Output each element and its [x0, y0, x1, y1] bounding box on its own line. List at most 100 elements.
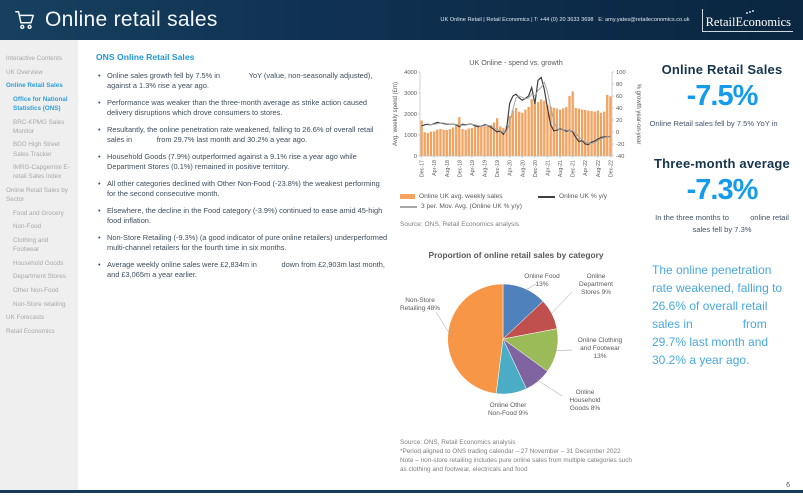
- pie-source-note: Source: ONS, Retail Economics analysis *…: [400, 439, 635, 475]
- legend-dark-line-swatch: [538, 196, 555, 198]
- svg-text:Aug-22: Aug-22: [596, 160, 602, 177]
- spend-growth-chart: UK Online - spend vs. growth010002000300…: [390, 56, 642, 192]
- legend-item-moving-average: 3 per. Mov. Avg. (Online UK % y/y): [400, 203, 538, 210]
- header-contact: UK Online Retail | Retail Economics | T:…: [440, 17, 689, 23]
- page-title: Online retail sales: [45, 8, 218, 32]
- svg-text:Online: Online: [587, 273, 606, 280]
- svg-text:Stores 9%: Stores 9%: [581, 289, 611, 296]
- sidebar-item[interactable]: UK Overview: [6, 68, 74, 77]
- summary-column: ONS Online Retail Sales Online sales gro…: [96, 52, 389, 287]
- svg-text:Household: Household: [569, 397, 600, 404]
- bullet-item: Average weekly online sales were £2,834m…: [107, 260, 389, 280]
- pie-footnote-nonstore: Note – non-store retailing includes pure…: [400, 457, 635, 475]
- metric-title-three-month: Three-month average: [648, 156, 796, 171]
- svg-text:Dec-19: Dec-19: [495, 160, 501, 177]
- bullet-item: Performance was weaker than the three-mo…: [107, 98, 389, 118]
- svg-text:80: 80: [616, 82, 622, 88]
- pie-footnote-period: *Period aligned to ONS trading calendar …: [400, 448, 635, 457]
- svg-text:13%: 13%: [535, 281, 548, 288]
- svg-text:0: 0: [616, 130, 619, 136]
- sidebar-item[interactable]: Clothing and Footwear: [6, 236, 74, 254]
- svg-text:1000: 1000: [404, 133, 417, 139]
- svg-text:Apr-18: Apr-18: [432, 160, 438, 176]
- svg-text:-20: -20: [616, 142, 624, 148]
- spend-growth-chart-svg: UK Online - spend vs. growth010002000300…: [390, 56, 642, 187]
- svg-text:Non-Food 9%: Non-Food 9%: [488, 410, 528, 417]
- bullet-item: All other categories declined with Other…: [107, 179, 389, 199]
- metric-value-three-month: -7.3%: [648, 174, 796, 207]
- sidebar-item[interactable]: Non-Store retailing: [6, 300, 74, 309]
- report-page: { "header": { "title": "Online retail sa…: [0, 0, 803, 497]
- svg-text:Dec-21: Dec-21: [571, 160, 577, 177]
- sidebar-item[interactable]: Retail Economics: [6, 327, 74, 336]
- legend-item-yoy-line: Online UK % y/y: [538, 193, 607, 200]
- bullet-item: Household Goods (7.9%) outperformed agai…: [107, 152, 389, 172]
- svg-text:Online Other: Online Other: [490, 402, 528, 409]
- pie-source: Source: ONS, Retail Economics analysis: [400, 439, 635, 448]
- category-pie-chart-svg: Online Food13%OnlineDepartmentStores 9%O…: [390, 264, 642, 430]
- legend-item-bars: Online UK avg. weekly sales: [400, 193, 538, 200]
- bullet-item: Elsewhere, the decline in the Food categ…: [107, 206, 389, 226]
- svg-text:Dec-22: Dec-22: [608, 160, 614, 177]
- bullet-item: Resultantly, the online penetration rate…: [107, 125, 389, 145]
- svg-text:20: 20: [616, 118, 622, 124]
- svg-text:4000: 4000: [404, 70, 417, 76]
- bullet-list: Online sales growth fell by 7.5% in YoY …: [96, 71, 389, 280]
- penetration-highlight-text: The online penetration rate weakened, fa…: [652, 261, 792, 369]
- svg-text:2000: 2000: [404, 112, 417, 118]
- svg-text:Apr-21: Apr-21: [545, 160, 551, 176]
- svg-text:Retailing 48%: Retailing 48%: [400, 305, 440, 312]
- svg-text:Dec-20: Dec-20: [533, 160, 539, 177]
- svg-text:% growth year-on-year: % growth year-on-year: [635, 84, 641, 145]
- retail-economics-logo: RetailEconomics: [702, 9, 793, 32]
- svg-text:Aug-21: Aug-21: [558, 160, 564, 177]
- svg-text:Online Clothing: Online Clothing: [578, 337, 623, 344]
- sidebar-item[interactable]: UK Forecasts: [6, 313, 74, 322]
- logo-dots-icon: [749, 11, 751, 13]
- svg-text:13%: 13%: [593, 353, 606, 360]
- cart-icon: [14, 9, 36, 31]
- legend-gray-line-swatch: [400, 206, 417, 208]
- svg-text:Aug-18: Aug-18: [445, 160, 451, 177]
- section-heading: ONS Online Retail Sales: [96, 52, 389, 62]
- svg-text:Online: Online: [576, 389, 595, 396]
- svg-text:Aug-20: Aug-20: [520, 160, 526, 177]
- metric-group-three-month: Three-month average -7.3% In the three m…: [648, 156, 796, 236]
- chart-source: Source: ONS, Retail Economics analysis: [400, 221, 642, 228]
- charts-column: UK Online - spend vs. growth010002000300…: [390, 56, 642, 475]
- sidebar-item[interactable]: IMRG-Capgemini E-retail Sales Index: [6, 163, 74, 181]
- svg-text:Avg. weekly spend (£m): Avg. weekly spend (£m): [393, 82, 399, 146]
- svg-text:60: 60: [616, 94, 622, 100]
- sidebar-item[interactable]: Other Non-Food: [6, 286, 74, 295]
- sidebar-item[interactable]: Online Retail Sales: [6, 81, 74, 90]
- page-number: 6: [786, 482, 790, 489]
- sidebar: Interactive Contents UK Overview Online Re…: [0, 40, 78, 490]
- sidebar-item[interactable]: Food and Grocery: [6, 209, 74, 218]
- svg-text:Department: Department: [579, 281, 613, 288]
- category-pie-chart: Online Food13%OnlineDepartmentStores 9%O…: [390, 264, 642, 435]
- svg-text:100: 100: [616, 70, 626, 76]
- svg-text:Apr-20: Apr-20: [508, 160, 514, 176]
- sidebar-item[interactable]: Department Stores: [6, 272, 74, 281]
- sidebar-item[interactable]: Online Retail Sales by Sector: [6, 186, 74, 204]
- svg-text:UK Online - spend vs. growth: UK Online - spend vs. growth: [469, 58, 562, 67]
- svg-text:-40: -40: [616, 154, 624, 160]
- legend-bar-swatch: [400, 194, 415, 199]
- bottom-border: [0, 490, 803, 493]
- svg-text:Aug-19: Aug-19: [483, 160, 489, 177]
- sidebar-item[interactable]: Office for National Statistics (ONS): [6, 95, 74, 113]
- svg-text:40: 40: [616, 106, 622, 112]
- svg-text:Apr-19: Apr-19: [470, 160, 476, 176]
- svg-text:Dec-17: Dec-17: [420, 160, 426, 177]
- sidebar-item[interactable]: Household Goods: [6, 259, 74, 268]
- sidebar-item[interactable]: BDO High Street Sales Tracker: [6, 140, 74, 158]
- svg-text:0: 0: [414, 154, 417, 160]
- bullet-item: Non-Store Retailing (-9.3%) (a good indi…: [107, 233, 389, 253]
- sidebar-item[interactable]: Interactive Contents: [6, 54, 74, 63]
- metric-caption-yoy: Online Retail sales fell by 7.5% YoY in: [648, 118, 796, 130]
- pie-chart-title: Proportion of online retail sales by cat…: [390, 250, 642, 260]
- sidebar-item[interactable]: BRC-KPMG Sales Monitor: [6, 118, 74, 136]
- metric-title-online-retail-sales: Online Retail Sales: [648, 62, 796, 77]
- sidebar-item[interactable]: Non-Food: [6, 222, 74, 231]
- svg-text:Apr-22: Apr-22: [583, 160, 589, 176]
